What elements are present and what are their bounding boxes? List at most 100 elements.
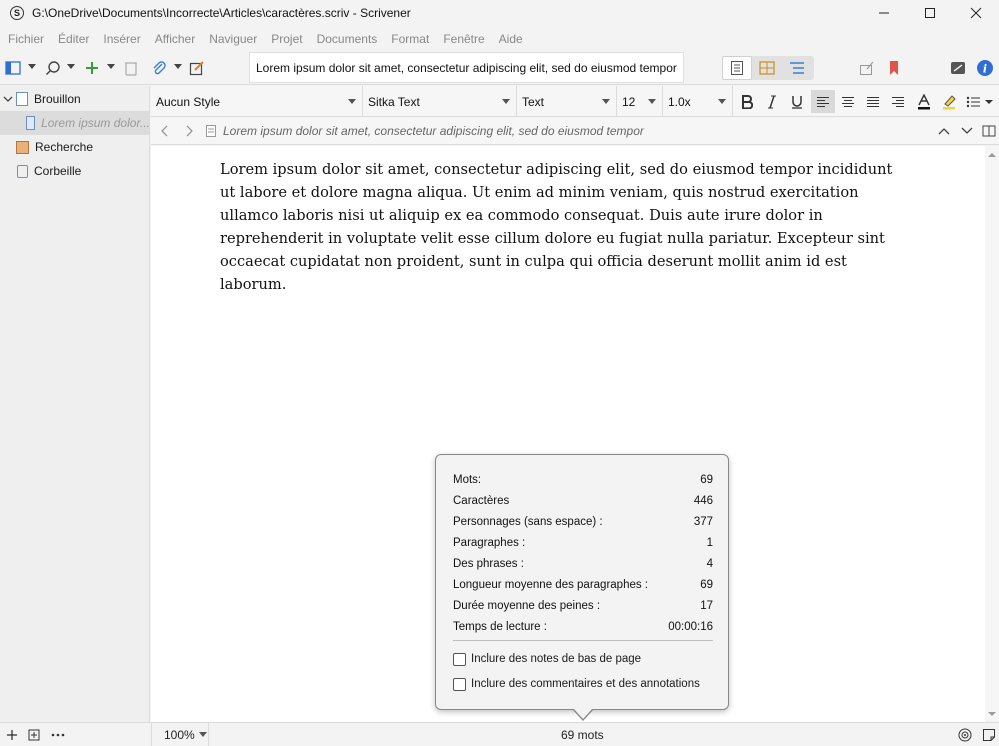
chevron-down-icon bbox=[198, 732, 207, 737]
font-size-select[interactable]: 12 bbox=[617, 86, 663, 117]
add-item-icon[interactable] bbox=[6, 723, 18, 746]
stat-label: Longueur moyenne des paragraphes : bbox=[453, 579, 649, 591]
stat-label: Des phrases : bbox=[453, 558, 524, 570]
include-footnotes-checkbox[interactable] bbox=[453, 652, 466, 666]
font-size-value: 12 bbox=[622, 94, 636, 109]
include-footnotes-label[interactable]: Inclure des notes de bas de page bbox=[471, 653, 641, 665]
italic-button[interactable] bbox=[760, 90, 784, 113]
stat-row-avg-sentence-length: Durée moyenne des peines : 17 bbox=[453, 600, 713, 616]
scrivenings-view-button[interactable] bbox=[722, 56, 752, 80]
scroll-up-icon[interactable] bbox=[985, 150, 999, 160]
close-icon bbox=[970, 7, 982, 19]
binder-item-recherche[interactable]: Recherche bbox=[0, 135, 150, 159]
stat-row-avg-paragraph-length: Longueur moyenne des paragraphes : 69 bbox=[453, 579, 713, 595]
back-arrow-icon[interactable] bbox=[159, 125, 171, 137]
chevron-down-icon bbox=[348, 99, 356, 104]
close-button[interactable] bbox=[953, 0, 999, 26]
bookmark-icon[interactable] bbox=[885, 59, 903, 77]
search-menu-arrow[interactable] bbox=[67, 64, 75, 69]
menu-format[interactable]: Format bbox=[391, 32, 429, 46]
editor-header-bar: Lorem ipsum dolor sit amet, consectetur … bbox=[151, 118, 999, 145]
align-right-button[interactable] bbox=[886, 90, 910, 113]
menu-aide[interactable]: Aide bbox=[499, 32, 523, 46]
align-left-icon bbox=[817, 96, 829, 107]
draft-folder-icon bbox=[16, 92, 28, 106]
menu-afficher[interactable]: Afficher bbox=[155, 32, 195, 46]
stat-label: Caractères bbox=[453, 495, 510, 507]
chevron-up-icon[interactable] bbox=[938, 126, 950, 136]
bold-icon bbox=[742, 94, 753, 109]
menu-documents[interactable]: Documents bbox=[317, 32, 378, 46]
add-menu-arrow[interactable] bbox=[107, 64, 115, 69]
align-center-button[interactable] bbox=[836, 90, 860, 113]
line-spacing-select[interactable]: 1.0x bbox=[663, 86, 733, 117]
highlight-button[interactable] bbox=[937, 90, 961, 113]
binder-item-brouillon[interactable]: Brouillon bbox=[0, 87, 150, 111]
underline-button[interactable] bbox=[785, 90, 809, 113]
scrivener-app-icon: S bbox=[10, 6, 24, 20]
more-options-icon[interactable] bbox=[51, 723, 65, 746]
forward-arrow-icon[interactable] bbox=[183, 125, 195, 137]
style-select[interactable]: Aucun Style bbox=[151, 86, 363, 117]
highlighter-icon bbox=[943, 94, 956, 109]
chevron-down-icon[interactable] bbox=[961, 126, 973, 136]
document-title-field[interactable]: Lorem ipsum dolor sit amet, consectetur … bbox=[249, 52, 684, 83]
align-left-button[interactable] bbox=[811, 90, 835, 113]
stat-value: 00:00:16 bbox=[668, 621, 713, 633]
word-count-status[interactable]: 69 mots bbox=[561, 723, 604, 746]
zoom-select[interactable]: 100% bbox=[151, 723, 209, 746]
align-right-icon bbox=[892, 96, 904, 107]
include-comments-label[interactable]: Inclure des commentaires et des annotati… bbox=[471, 678, 700, 690]
binder-menu-arrow[interactable] bbox=[28, 64, 36, 69]
stat-label: Temps de lecture : bbox=[453, 621, 547, 633]
split-editor-icon[interactable] bbox=[982, 125, 996, 137]
compose-icon[interactable] bbox=[188, 59, 206, 77]
share-icon[interactable] bbox=[858, 59, 876, 77]
menu-fichier[interactable]: Fichier bbox=[8, 32, 44, 46]
font-face-select[interactable]: Text bbox=[517, 86, 617, 117]
stat-label: Mots: bbox=[453, 474, 482, 486]
corkboard-view-button[interactable] bbox=[752, 56, 782, 80]
search-icon[interactable] bbox=[44, 59, 62, 77]
info-icon[interactable]: i bbox=[976, 59, 994, 77]
attachment-icon[interactable] bbox=[150, 59, 168, 77]
editor-text-body[interactable]: Lorem ipsum dolor sit amet, consectetur … bbox=[220, 158, 910, 296]
stat-row-characters: Caractères 446 bbox=[453, 495, 713, 511]
attachment-menu-arrow[interactable] bbox=[174, 64, 182, 69]
scroll-down-icon[interactable] bbox=[985, 709, 999, 719]
add-icon[interactable] bbox=[83, 59, 101, 77]
outliner-view-button[interactable] bbox=[782, 56, 812, 80]
binder-item-corbeille[interactable]: Corbeille bbox=[0, 159, 150, 183]
trash-toolbar-icon[interactable] bbox=[122, 59, 140, 77]
minimize-button[interactable] bbox=[861, 0, 907, 26]
include-footnotes-option[interactable]: Inclure des notes de bas de page bbox=[453, 651, 641, 667]
title-bar: S G:\OneDrive\Documents\Incorrecte\Artic… bbox=[0, 0, 999, 26]
word-count-popover: Mots: 69 Caractères 446 Personnages (san… bbox=[435, 454, 729, 710]
menu-fenetre[interactable]: Fenêtre bbox=[443, 32, 484, 46]
font-family-select[interactable]: Sitka Text bbox=[363, 86, 517, 117]
menu-editer[interactable]: Éditer bbox=[58, 32, 89, 46]
align-justify-button[interactable] bbox=[861, 90, 885, 113]
menu-inserer[interactable]: Insérer bbox=[103, 32, 140, 46]
binder-toggle-icon[interactable] bbox=[4, 59, 22, 77]
bold-button[interactable] bbox=[735, 90, 759, 113]
editor-scrollbar[interactable] bbox=[985, 146, 999, 722]
text-color-button[interactable] bbox=[912, 90, 936, 113]
list-button[interactable] bbox=[963, 90, 997, 113]
format-bar: Aucun Style Sitka Text Text 12 1.0x bbox=[151, 86, 999, 117]
binder-item-lorem-ipsum[interactable]: Lorem ipsum dolor... bbox=[0, 111, 150, 135]
add-folder-icon[interactable] bbox=[28, 723, 40, 746]
maximize-button[interactable] bbox=[907, 0, 953, 26]
align-center-icon bbox=[842, 96, 854, 107]
target-icon[interactable] bbox=[958, 723, 972, 746]
menu-naviguer[interactable]: Naviguer bbox=[209, 32, 257, 46]
stat-value: 69 bbox=[700, 474, 713, 486]
menu-projet[interactable]: Projet bbox=[271, 32, 302, 46]
outliner-icon bbox=[790, 62, 804, 74]
chevron-down-icon[interactable] bbox=[3, 94, 13, 104]
include-comments-checkbox[interactable] bbox=[453, 677, 466, 691]
note-icon[interactable] bbox=[982, 723, 996, 746]
inspector-toggle-icon[interactable] bbox=[949, 59, 967, 77]
stat-label: Paragraphes : bbox=[453, 537, 526, 549]
include-comments-option[interactable]: Inclure des commentaires et des annotati… bbox=[453, 676, 700, 692]
